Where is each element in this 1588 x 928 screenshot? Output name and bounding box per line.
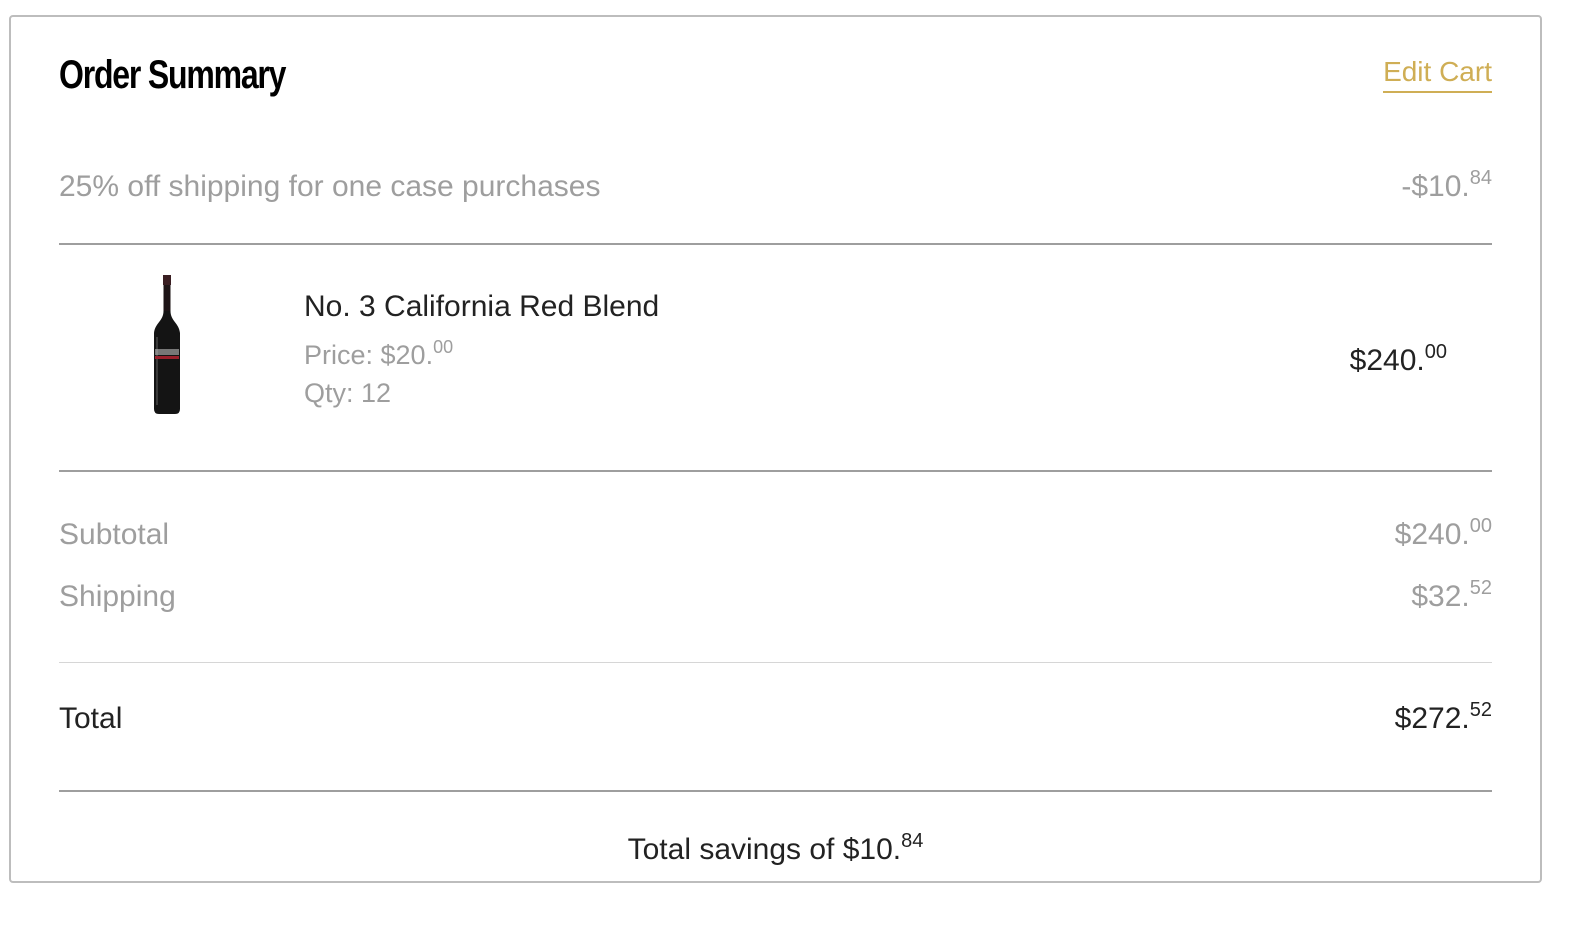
product-name: No. 3 California Red Blend <box>304 290 660 323</box>
total-amount-cents: 52 <box>1469 699 1492 721</box>
subtotal-row: Subtotal $240.00 <box>59 515 1492 553</box>
shipping-amount-cents: 52 <box>1469 577 1492 599</box>
order-summary-content: Order Summary Edit Cart 25% off shipping… <box>59 17 1492 881</box>
discount-row: 25% off shipping for one case purchases … <box>59 167 1492 205</box>
line-total-cents: 00 <box>1424 341 1447 363</box>
total-savings-cents: 84 <box>901 830 924 852</box>
discount-amount-cents: 84 <box>1469 167 1492 189</box>
subtotal-amount-cents: 00 <box>1469 515 1492 537</box>
total-savings: Total savings of $10.84 <box>59 830 1492 868</box>
line-item-total: $240.00 <box>1349 341 1447 379</box>
product-price-main: Price: $20. <box>304 340 434 370</box>
edit-cart-link[interactable]: Edit Cart <box>1383 55 1492 93</box>
shipping-label: Shipping <box>59 580 176 613</box>
subtotal-label: Subtotal <box>59 518 170 551</box>
divider <box>59 470 1492 472</box>
product-price-cents: 00 <box>433 337 454 357</box>
product-quantity: Qty: 12 <box>304 378 392 408</box>
shipping-row: Shipping $32.52 <box>59 577 1492 615</box>
discount-amount: -$10.84 <box>1401 167 1492 205</box>
total-row: Total $272.52 <box>59 699 1492 737</box>
subtotal-amount-main: $240. <box>1394 518 1470 551</box>
cart-line-item: No. 3 California Red Blend Price: $20.00… <box>59 245 1492 471</box>
product-unit-price: Price: $20.00 <box>304 337 454 371</box>
total-label: Total <box>59 702 123 735</box>
line-total-main: $240. <box>1349 344 1425 377</box>
subtotal-amount: $240.00 <box>1394 515 1492 553</box>
order-summary-header: Order Summary Edit Cart <box>59 47 1492 103</box>
page-title: Order Summary <box>59 53 286 97</box>
total-savings-main: Total savings of $10. <box>627 833 902 866</box>
discount-label: 25% off shipping for one case purchases <box>59 170 601 203</box>
order-summary-card: Order Summary Edit Cart 25% off shipping… <box>9 15 1542 883</box>
divider <box>59 790 1492 792</box>
total-amount-main: $272. <box>1394 702 1470 735</box>
shipping-amount-main: $32. <box>1411 580 1470 613</box>
divider <box>59 662 1492 663</box>
discount-amount-main: -$10. <box>1401 170 1470 203</box>
wine-bottle-icon <box>154 275 180 414</box>
shipping-amount: $32.52 <box>1411 577 1492 615</box>
total-amount: $272.52 <box>1394 699 1492 737</box>
